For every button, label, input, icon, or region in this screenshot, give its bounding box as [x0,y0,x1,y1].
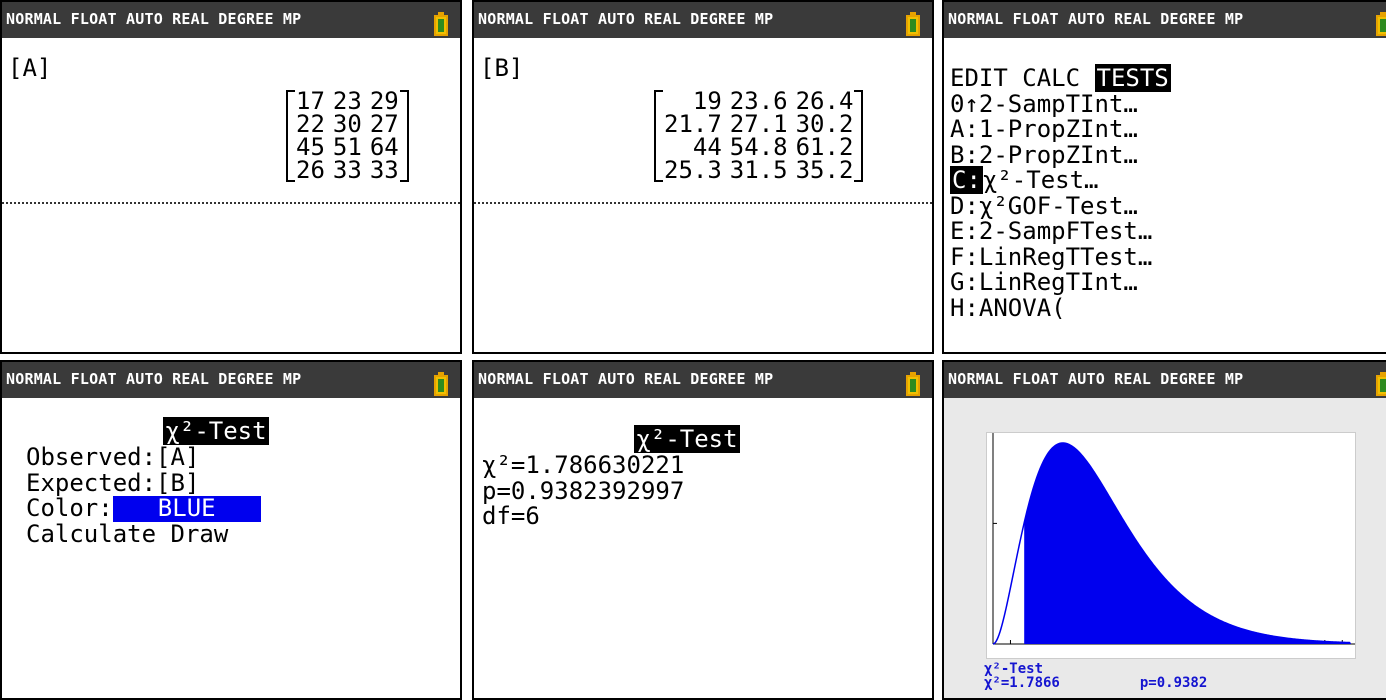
menu-tabs: EDIT CALC TESTS [950,64,1380,92]
divider [474,202,932,204]
menu-item-selected[interactable]: C:χ²-Test… [950,166,1380,194]
menu-item-label: LinRegTInt… [978,268,1138,296]
status-text: NORMAL FLOAT AUTO REAL DEGREE MP [6,370,302,388]
draw-button[interactable]: Draw [171,520,229,548]
expected-row[interactable]: Expected:[B] [26,468,454,497]
menu-item[interactable]: G:LinRegTInt… [950,268,1380,296]
menu-item[interactable]: B:2-PropZInt… [950,140,1380,169]
menu-item-key: B: [950,140,979,169]
screen-chi-graph: NORMAL FLOAT AUTO REAL DEGREE MP χ²-Test… [942,360,1386,700]
menu-item-key: D: [950,191,979,220]
shaded-tail [1024,443,1351,644]
status-bar: NORMAL FLOAT AUTO REAL DEGREE MP [944,2,1386,38]
color-label: Color: [26,494,113,522]
cell: 33 [369,156,399,184]
result-content: χ²-Test χ²=1.786630221 p=0.9382392997 df… [482,425,926,698]
menu-item-key: A: [950,115,979,143]
menu-item-key: E: [950,217,979,245]
battery-icon [906,372,920,396]
matrix-b-label: [B] [480,54,524,82]
menu-item-label: χ²-Test… [982,166,1099,194]
menu-item-key: G: [950,268,979,296]
tab-edit[interactable]: EDIT [950,64,1008,92]
menu-item-label: χ²GOF-Test… [978,191,1138,220]
screen-chi-input: NORMAL FLOAT AUTO REAL DEGREE MP χ²-Test… [0,360,462,700]
action-row: Calculate Draw [26,520,454,548]
tab-tests[interactable]: TESTS [1094,64,1171,92]
menu-item[interactable]: D:χ²GOF-Test… [950,191,1380,220]
graph-caption-p: p=0.9382 [1139,675,1208,691]
cell: 35.2 [795,156,854,184]
p-value: p=0.9382392997 [482,476,685,505]
menu-item-label: 2-PropZInt… [978,140,1138,169]
observed-label: Observed: [26,443,157,471]
calculate-button[interactable]: Calculate [26,520,156,548]
input-title: χ²-Test [163,417,269,445]
cell: 31.5 [729,156,788,184]
df-value: df=6 [482,502,540,530]
menu-content: EDIT CALC TESTS 0↑2-SampTInt… A:1-PropZI… [950,64,1380,352]
status-text: NORMAL FLOAT AUTO REAL DEGREE MP [6,10,302,28]
menu-item[interactable]: E:2-SampFTest… [950,217,1380,245]
status-text: NORMAL FLOAT AUTO REAL DEGREE MP [478,10,774,28]
input-content: χ²-Test Observed:[A] Expected:[B] Color:… [26,417,454,698]
battery-icon [1376,12,1386,36]
expected-label: Expected: [26,468,157,497]
status-bar: NORMAL FLOAT AUTO REAL DEGREE MP [2,362,460,398]
menu-item-label: 2-SampTInt… [978,89,1138,118]
menu-item[interactable]: F:LinRegTTest… [950,242,1380,271]
color-select[interactable]: BLUE [112,495,261,522]
screen-matrix-a: NORMAL FLOAT AUTO REAL DEGREE MP [A] 17 2… [0,0,462,354]
expected-value[interactable]: [B] [156,469,199,497]
observed-value[interactable]: [A] [156,443,199,471]
matrix-a-label: [A] [8,54,52,82]
status-text: NORMAL FLOAT AUTO REAL DEGREE MP [948,10,1244,28]
chi-square-graph [986,432,1356,659]
graph-caption-title: χ²-Test [984,661,1044,677]
matrix-a: 17 23 29 22 30 27 45 51 64 26 33 33 [286,89,409,184]
screen-stat-menu: NORMAL FLOAT AUTO REAL DEGREE MP EDIT CA… [942,0,1386,354]
battery-icon [906,12,920,36]
menu-item[interactable]: H:ANOVA( [950,293,1380,322]
battery-icon [434,372,448,396]
status-bar: NORMAL FLOAT AUTO REAL DEGREE MP [474,2,932,38]
graph-caption-chi: χ²=1.7866 [984,675,1060,691]
menu-item-label: ANOVA( [978,293,1066,322]
matrix-b: 19 23.6 26.4 21.7 27.1 30.2 44 54.8 61.2 25.3 3… [654,89,864,184]
cell: 25.3 [664,156,722,184]
status-bar: NORMAL FLOAT AUTO REAL DEGREE MP [474,362,932,398]
observed-row[interactable]: Observed:[A] [26,443,454,471]
status-bar: NORMAL FLOAT AUTO REAL DEGREE MP [944,362,1386,398]
result-title: χ²-Test [634,425,740,453]
screen-chi-result: NORMAL FLOAT AUTO REAL DEGREE MP χ²-Test… [472,360,934,700]
menu-item-label: 1-PropZInt… [978,115,1138,143]
battery-icon [434,12,448,36]
status-text: NORMAL FLOAT AUTO REAL DEGREE MP [478,370,774,388]
screen-matrix-b: NORMAL FLOAT AUTO REAL DEGREE MP [B] 19 2… [472,0,934,354]
menu-item-label: LinRegTTest… [978,242,1153,271]
cell: 33 [332,156,362,184]
menu-item[interactable]: 0↑2-SampTInt… [950,89,1380,118]
menu-item-label: 2-SampFTest… [978,217,1153,245]
status-text: NORMAL FLOAT AUTO REAL DEGREE MP [948,370,1244,388]
tab-calc[interactable]: CALC [1022,64,1080,92]
battery-icon [1376,372,1386,396]
status-bar: NORMAL FLOAT AUTO REAL DEGREE MP [2,2,460,38]
menu-item-key: 0↑ [950,89,979,118]
menu-item-key: H: [950,293,979,322]
menu-item-key: F: [950,242,979,271]
divider [2,202,460,204]
color-row[interactable]: Color: BLUE [26,494,454,522]
cell: 26 [296,156,325,184]
chi-square-value: χ²=1.786630221 [482,451,685,479]
menu-item-key: C: [950,166,983,194]
menu-item[interactable]: A:1-PropZInt… [950,115,1380,143]
graph-caption: χ²-Test χ²=1.7866 p=0.9382 [984,662,1207,690]
